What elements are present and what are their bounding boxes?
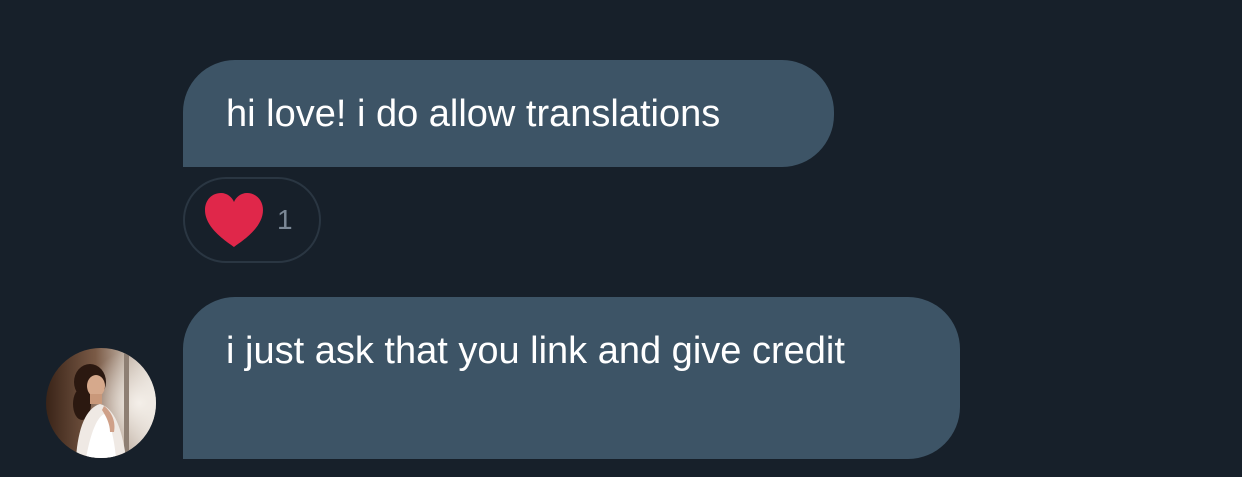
heart-icon <box>205 193 263 247</box>
message-bubble[interactable]: i just ask that you link and give credit <box>183 297 960 459</box>
message-bubble[interactable]: hi love! i do allow translations <box>183 60 834 167</box>
reaction-badge[interactable]: 1 <box>183 177 321 263</box>
message-text: hi love! i do allow translations <box>226 93 721 135</box>
message-text: i just ask that you link and give credit <box>226 330 845 372</box>
avatar[interactable] <box>46 348 156 458</box>
profile-photo <box>46 348 156 458</box>
message-thread: hi love! i do allow translations 1 i jus… <box>0 0 1242 477</box>
reaction-count: 1 <box>277 204 293 235</box>
